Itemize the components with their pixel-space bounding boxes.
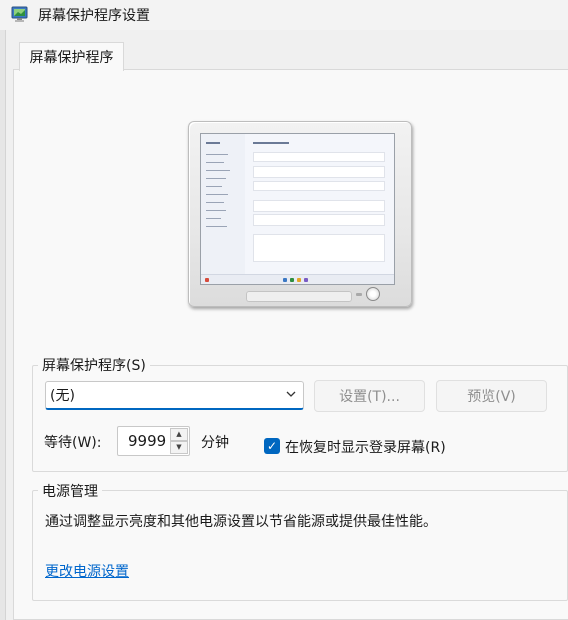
- screensaver-app-icon: [11, 6, 28, 22]
- monitor-chin: [246, 291, 352, 302]
- screensaver-dropdown-value: (无): [50, 388, 75, 404]
- wait-stepper[interactable]: 9999 ▲ ▼: [117, 426, 190, 456]
- preview-line: [206, 154, 228, 155]
- settings-button-label: 设置(T)...: [339, 389, 400, 405]
- tab-screensaver[interactable]: 屏幕保护程序: [19, 42, 124, 71]
- preview-card: [253, 200, 385, 212]
- preview-card: [253, 214, 385, 226]
- preview-taskbar-icon: [205, 278, 209, 282]
- preview-line: [206, 226, 227, 227]
- window-title: 屏幕保护程序设置: [38, 8, 150, 24]
- power-group: 电源管理: [32, 481, 568, 601]
- preview-screen: [200, 133, 395, 285]
- preview-button-label: 预览(V): [467, 389, 516, 405]
- preview-taskbar-icon: [297, 278, 301, 282]
- preview-button[interactable]: 预览(V): [436, 380, 547, 412]
- preview-card: [253, 152, 385, 162]
- power-description: 通过调整显示亮度和其他电源设置以节省能源或提供最佳性能。: [45, 514, 437, 530]
- resume-checkbox[interactable]: ✓: [264, 438, 280, 454]
- preview-line: [206, 186, 222, 187]
- tab-screensaver-label: 屏幕保护程序: [29, 50, 114, 66]
- power-icon: [366, 287, 380, 301]
- title-bar: 屏幕保护程序设置: [0, 0, 568, 30]
- preview-line: [206, 162, 224, 163]
- preview-taskbar-icon: [290, 278, 294, 282]
- power-group-label: 电源管理: [38, 481, 102, 501]
- minutes-label: 分钟: [201, 435, 229, 451]
- preview-line: [206, 202, 224, 203]
- wait-input[interactable]: 9999: [128, 432, 166, 450]
- preview-line: [206, 142, 220, 144]
- preview-taskbar-icon: [283, 278, 287, 282]
- checkmark-icon: ✓: [266, 439, 278, 453]
- preview-card: [253, 181, 385, 191]
- tab-strip: 屏幕保护程序: [6, 30, 568, 71]
- stepper-up-icon[interactable]: ▲: [170, 428, 188, 441]
- preview-taskbar-icon: [304, 278, 308, 282]
- preview-line: [206, 210, 226, 211]
- screensaver-group-label: 屏幕保护程序(S): [38, 355, 150, 375]
- preview-line: [206, 170, 230, 171]
- settings-button[interactable]: 设置(T)...: [314, 380, 425, 412]
- stepper-down-icon[interactable]: ▼: [170, 441, 188, 454]
- preview-card: [253, 234, 385, 262]
- preview-line: [206, 178, 226, 179]
- monitor-preview: [188, 121, 412, 307]
- preview-card: [253, 166, 385, 178]
- wait-label: 等待(W):: [44, 435, 102, 451]
- change-power-settings-link[interactable]: 更改电源设置: [45, 561, 129, 581]
- preview-line: [253, 142, 289, 144]
- chevron-down-icon: [286, 391, 296, 397]
- resume-checkbox-label[interactable]: 在恢复时显示登录屏幕(R): [285, 437, 446, 457]
- monitor-led: [356, 293, 362, 296]
- window-edge: [0, 30, 6, 620]
- screensaver-dropdown[interactable]: (无): [45, 381, 304, 410]
- preview-line: [206, 218, 221, 219]
- preview-line: [206, 194, 228, 195]
